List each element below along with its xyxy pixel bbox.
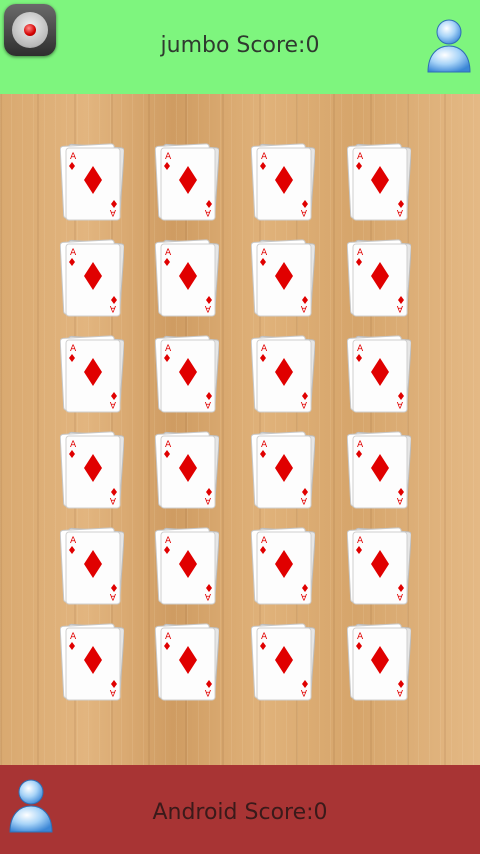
card-face-down[interactable]: AA <box>155 430 219 510</box>
svg-text:A: A <box>261 248 268 258</box>
card-face-down[interactable]: AA <box>60 238 124 318</box>
svg-text:A: A <box>357 152 364 162</box>
svg-text:A: A <box>70 152 77 162</box>
card-face-down[interactable]: AA <box>347 238 411 318</box>
svg-text:A: A <box>396 495 403 505</box>
user-avatar-icon <box>9 779 53 833</box>
svg-text:A: A <box>261 152 268 162</box>
svg-text:A: A <box>70 536 77 546</box>
svg-text:A: A <box>70 344 77 354</box>
svg-text:A: A <box>204 591 211 601</box>
svg-text:A: A <box>165 440 172 450</box>
card-face-down[interactable]: AA <box>155 238 219 318</box>
svg-text:A: A <box>204 207 211 217</box>
card-face-down[interactable]: AA <box>251 142 315 222</box>
card-face-down[interactable]: AA <box>251 430 315 510</box>
card-face-down[interactable]: AA <box>347 142 411 222</box>
card-face-down[interactable]: AA <box>60 334 124 414</box>
card-face-down[interactable]: AA <box>60 430 124 510</box>
svg-text:A: A <box>396 399 403 409</box>
svg-text:A: A <box>396 303 403 313</box>
record-button-icon[interactable] <box>4 4 56 56</box>
svg-text:A: A <box>261 440 268 450</box>
user-avatar-icon <box>427 19 471 73</box>
card-face-down[interactable]: AA <box>251 622 315 702</box>
svg-text:A: A <box>109 303 116 313</box>
card-face-down[interactable]: AA <box>155 142 219 222</box>
card-face-down[interactable]: AA <box>251 526 315 606</box>
svg-text:A: A <box>204 495 211 505</box>
bottom-player-score: Android Score:0 <box>152 800 328 825</box>
svg-text:A: A <box>70 248 77 258</box>
svg-text:A: A <box>357 440 364 450</box>
card-face-down[interactable]: AA <box>347 430 411 510</box>
svg-text:A: A <box>165 248 172 258</box>
svg-text:A: A <box>396 687 403 697</box>
top-player-bar: jumbo Score:0 <box>0 0 480 94</box>
svg-text:A: A <box>165 632 172 642</box>
svg-text:A: A <box>204 399 211 409</box>
svg-text:A: A <box>357 344 364 354</box>
bottom-player-bar: Android Score:0 <box>0 765 480 854</box>
svg-text:A: A <box>165 152 172 162</box>
card-face-down[interactable]: AA <box>251 334 315 414</box>
svg-text:A: A <box>109 207 116 217</box>
svg-text:A: A <box>204 303 211 313</box>
svg-text:A: A <box>165 344 172 354</box>
card-face-down[interactable]: AA <box>251 238 315 318</box>
svg-text:A: A <box>165 536 172 546</box>
svg-text:A: A <box>300 399 307 409</box>
svg-text:A: A <box>70 632 77 642</box>
svg-text:A: A <box>300 207 307 217</box>
card-face-down[interactable]: AA <box>60 142 124 222</box>
svg-text:A: A <box>109 495 116 505</box>
card-face-down[interactable]: AA <box>347 526 411 606</box>
card-face-down[interactable]: AA <box>155 622 219 702</box>
svg-text:A: A <box>261 632 268 642</box>
card-face-down[interactable]: AA <box>347 622 411 702</box>
svg-text:A: A <box>357 248 364 258</box>
svg-text:A: A <box>204 687 211 697</box>
card-face-down[interactable]: AA <box>60 526 124 606</box>
svg-text:A: A <box>261 536 268 546</box>
game-board: AAAAAAAAAAAAAAAAAAAAAAAAAAAAAAAAAAAAAAAA… <box>0 94 480 765</box>
svg-text:A: A <box>109 591 116 601</box>
svg-text:A: A <box>300 495 307 505</box>
svg-text:A: A <box>300 591 307 601</box>
card-face-down[interactable]: AA <box>60 622 124 702</box>
svg-text:A: A <box>357 536 364 546</box>
svg-text:A: A <box>300 687 307 697</box>
card-face-down[interactable]: AA <box>347 334 411 414</box>
svg-text:A: A <box>70 440 77 450</box>
svg-text:A: A <box>396 591 403 601</box>
card-face-down[interactable]: AA <box>155 334 219 414</box>
svg-text:A: A <box>109 399 116 409</box>
svg-text:A: A <box>261 344 268 354</box>
card-face-down[interactable]: AA <box>155 526 219 606</box>
svg-text:A: A <box>109 687 116 697</box>
svg-text:A: A <box>396 207 403 217</box>
top-player-score: jumbo Score:0 <box>160 33 320 58</box>
svg-text:A: A <box>357 632 364 642</box>
svg-text:A: A <box>300 303 307 313</box>
